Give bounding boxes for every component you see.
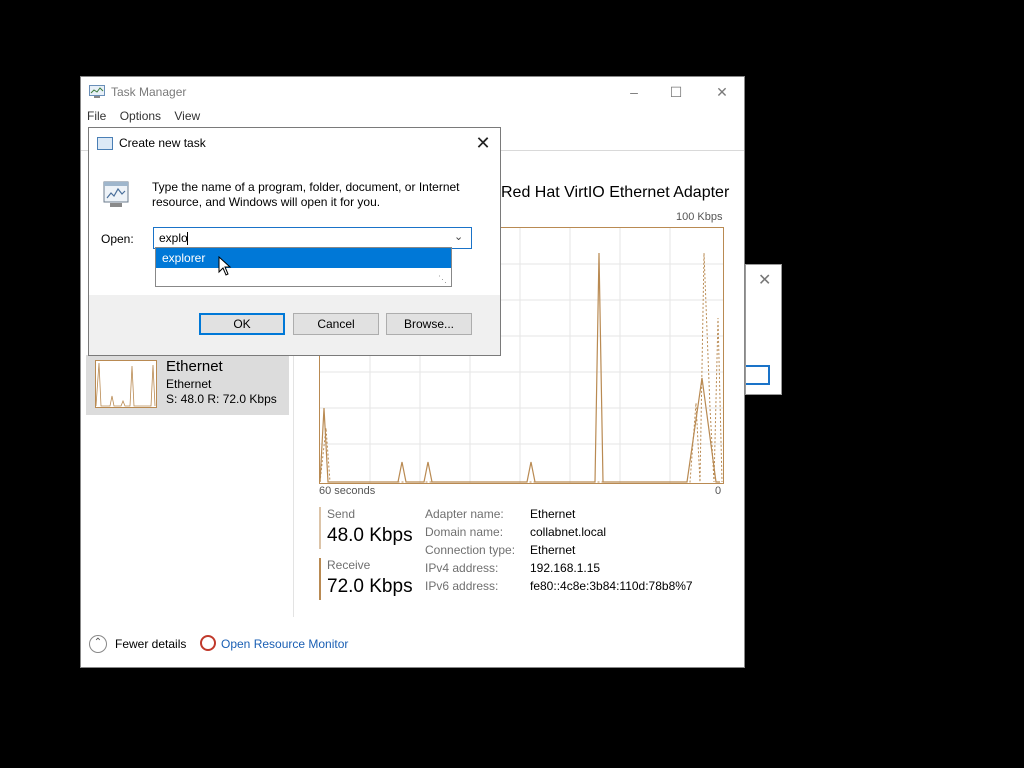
dialog-description: Type the name of a program, folder, docu… xyxy=(152,180,460,209)
menu-options[interactable]: Options xyxy=(120,109,161,123)
chevron-down-icon[interactable]: ⌄ xyxy=(454,230,463,243)
receive-label: Receive xyxy=(327,558,371,572)
open-input-value: explo xyxy=(159,231,188,245)
window-title: Task Manager xyxy=(111,85,187,99)
close-button[interactable]: ✕ xyxy=(699,77,745,107)
send-indicator-bar xyxy=(319,507,321,549)
graph-x-right-label: 0 xyxy=(715,485,722,497)
prop-key-connection-type: Connection type: xyxy=(425,543,516,557)
fewer-details-toggle[interactable]: ⌃ xyxy=(89,635,107,653)
open-combobox[interactable]: explo ⌄ xyxy=(153,227,472,249)
sidebar-item-subtitle: Ethernet xyxy=(166,377,212,391)
task-manager-icon xyxy=(89,85,105,98)
prop-value-ipv4: 192.168.1.15 xyxy=(530,561,601,575)
text-caret xyxy=(187,232,188,245)
prop-value-ipv6: fe80::4c8e:3b84:110d:78b8%7 xyxy=(530,579,693,593)
graph-max-label: 100 Kbps xyxy=(676,211,723,223)
minimize-button[interactable]: – xyxy=(611,77,657,107)
prop-key-domain-name: Domain name: xyxy=(425,525,504,539)
run-dialog-icon xyxy=(97,137,113,150)
receive-value: 72.0 Kbps xyxy=(327,576,413,597)
maximize-button[interactable]: ☐ xyxy=(653,77,699,107)
menu-view[interactable]: View xyxy=(174,109,200,123)
autocomplete-item-label: explorer xyxy=(162,251,206,265)
autocomplete-list: explorer ⋱ xyxy=(155,247,452,287)
resize-grip-icon[interactable]: ⋱ xyxy=(438,274,447,285)
dialog-close-button[interactable]: ✕ xyxy=(469,131,497,155)
menu-file[interactable]: File xyxy=(87,109,106,123)
browse-button[interactable]: Browse... xyxy=(386,313,472,335)
prop-key-ipv6: IPv6 address: xyxy=(425,579,499,593)
send-label: Send xyxy=(327,507,356,521)
fewer-details-link[interactable]: Fewer details xyxy=(115,637,186,651)
dialog-title: Create new task xyxy=(119,136,206,150)
program-icon xyxy=(103,181,129,207)
prop-value-adapter-name: Ethernet xyxy=(530,507,576,521)
chevron-up-icon: ⌃ xyxy=(89,635,107,653)
open-resource-monitor-link[interactable]: Open Resource Monitor xyxy=(221,637,348,651)
graph-x-left-label: 60 seconds xyxy=(319,485,376,497)
ok-button[interactable]: OK xyxy=(199,313,285,335)
receive-indicator-bar xyxy=(319,558,321,600)
sidebar-item-stats: S: 48.0 R: 72.0 Kbps xyxy=(166,392,277,406)
prop-key-adapter-name: Adapter name: xyxy=(425,507,504,521)
menu-bar: File Options View xyxy=(87,109,210,127)
sidebar-item-title: Ethernet xyxy=(166,358,223,375)
send-value: 48.0 Kbps xyxy=(327,525,413,546)
autocomplete-item[interactable]: explorer xyxy=(156,248,451,268)
create-new-task-dialog: Create new task ✕ Type the name of a pro… xyxy=(88,127,501,356)
adapter-title: Red Hat VirtIO Ethernet Adapter xyxy=(501,184,730,201)
open-label: Open: xyxy=(101,232,134,246)
mouse-pointer-icon xyxy=(218,256,232,276)
prop-key-ipv4: IPv4 address: xyxy=(425,561,499,575)
resource-monitor-icon xyxy=(200,635,216,651)
prop-value-connection-type: Ethernet xyxy=(530,543,576,557)
ethernet-thumbnail-graph xyxy=(95,360,157,408)
cancel-button[interactable]: Cancel xyxy=(293,313,379,335)
prop-value-domain-name: collabnet.local xyxy=(530,525,607,539)
background-dialog-button[interactable] xyxy=(746,365,770,385)
background-dialog: ✕ xyxy=(745,264,782,395)
close-icon[interactable]: ✕ xyxy=(758,270,771,290)
